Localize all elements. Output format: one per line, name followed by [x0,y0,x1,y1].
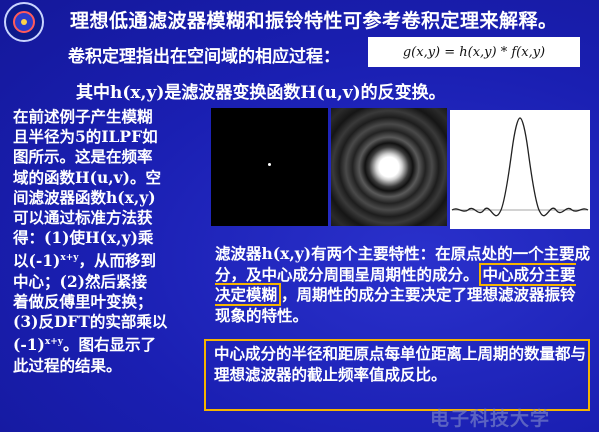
left-line: 且半径为5的ILPF如 [13,127,158,147]
left-line: 在前述例子产生模糊 [13,107,153,126]
university-watermark: 电子科技大学 [430,408,551,430]
left-line: 可以通过标准方法获 [13,208,153,228]
left-line: 此过程的结果。 [13,355,122,375]
radius-cutoff-paragraph: 中心成分的半径和距原点每单位距离上周期的数量都与理想滤波器的截止频率值成反比。 [214,344,587,384]
sinc-curve [451,117,589,217]
left-line: 域的函数H(u,v)。空 [13,167,161,187]
exponent: x+y [44,337,64,348]
sinc-profile-plot [450,110,590,229]
left-line: 得：(1)使H(x,y)乘 [13,228,154,248]
left-line: 间滤波器函数h(x,y) [13,187,156,207]
left-line: 图所示。这是在频率 [13,147,153,167]
left-line: (-1) [13,335,45,355]
left-line: 以(-1) [13,251,61,271]
exponent: x+y [60,253,79,264]
convolution-formula: g(x,y) = h(x,y) * f(x,y) [368,37,580,67]
left-line: 。图右显示了 [63,335,157,355]
inverse-transform-text: 其中h(x,y)是滤波器变换函数H(u,v)的反变换。 [76,83,446,103]
spatial-filter-ringing-image [331,108,447,226]
left-line: 中心；(2)然后紧接 [13,271,147,291]
university-logo-icon [4,2,44,42]
left-line: (3)反DFT的实部乘以 [13,312,168,332]
impulse-point [268,163,271,166]
filter-properties-paragraph: 滤波器h(x,y)有两个主要特性：在原点处的一个主要成分，及中心成分周围呈周期性… [215,244,591,326]
left-line: 着做反傅里叶变换； [13,291,153,311]
left-explanation: 在前述例子产生模糊 且半径为5的ILPF如 图所示。这是在频率 域的函数H(u,… [13,107,211,376]
logo-dot [21,19,27,25]
left-line: ，从而移到 [78,251,157,271]
sinc-curve-svg [451,117,589,217]
frequency-domain-impulse-image [211,108,328,226]
slide-title: 理想低通滤波器模糊和振铃特性可参考卷积定理来解释。 [70,10,558,32]
convolution-theorem-text: 卷积定理指出在空间域的相应过程： [68,47,340,67]
